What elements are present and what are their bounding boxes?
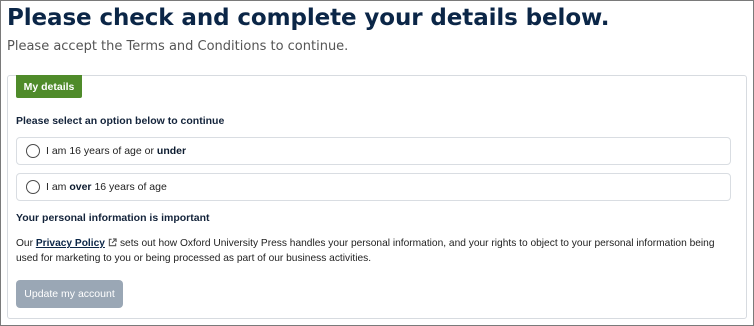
info-heading: Your personal information is important <box>16 212 210 224</box>
update-account-button[interactable]: Update my account <box>16 280 123 308</box>
radio-button[interactable] <box>26 144 40 158</box>
tab-my-details: My details <box>16 75 82 98</box>
page-subtitle: Please accept the Terms and Conditions t… <box>7 39 349 54</box>
details-panel: My details Please select an option below… <box>7 75 747 319</box>
option-label: I am over 16 years of age <box>46 181 167 193</box>
select-prompt: Please select an option below to continu… <box>16 115 225 127</box>
option-label: I am 16 years of age or under <box>46 145 187 157</box>
page-title: Please check and complete your details b… <box>7 5 610 31</box>
privacy-info-text: Our Privacy Policy sets out how Oxford Un… <box>16 238 715 264</box>
external-link-icon <box>108 238 117 247</box>
option-age-under-16[interactable]: I am 16 years of age or under <box>16 137 731 165</box>
option-age-over-16[interactable]: I am over 16 years of age <box>16 173 731 201</box>
radio-button[interactable] <box>26 180 40 194</box>
privacy-policy-link[interactable]: Privacy Policy <box>36 238 105 249</box>
